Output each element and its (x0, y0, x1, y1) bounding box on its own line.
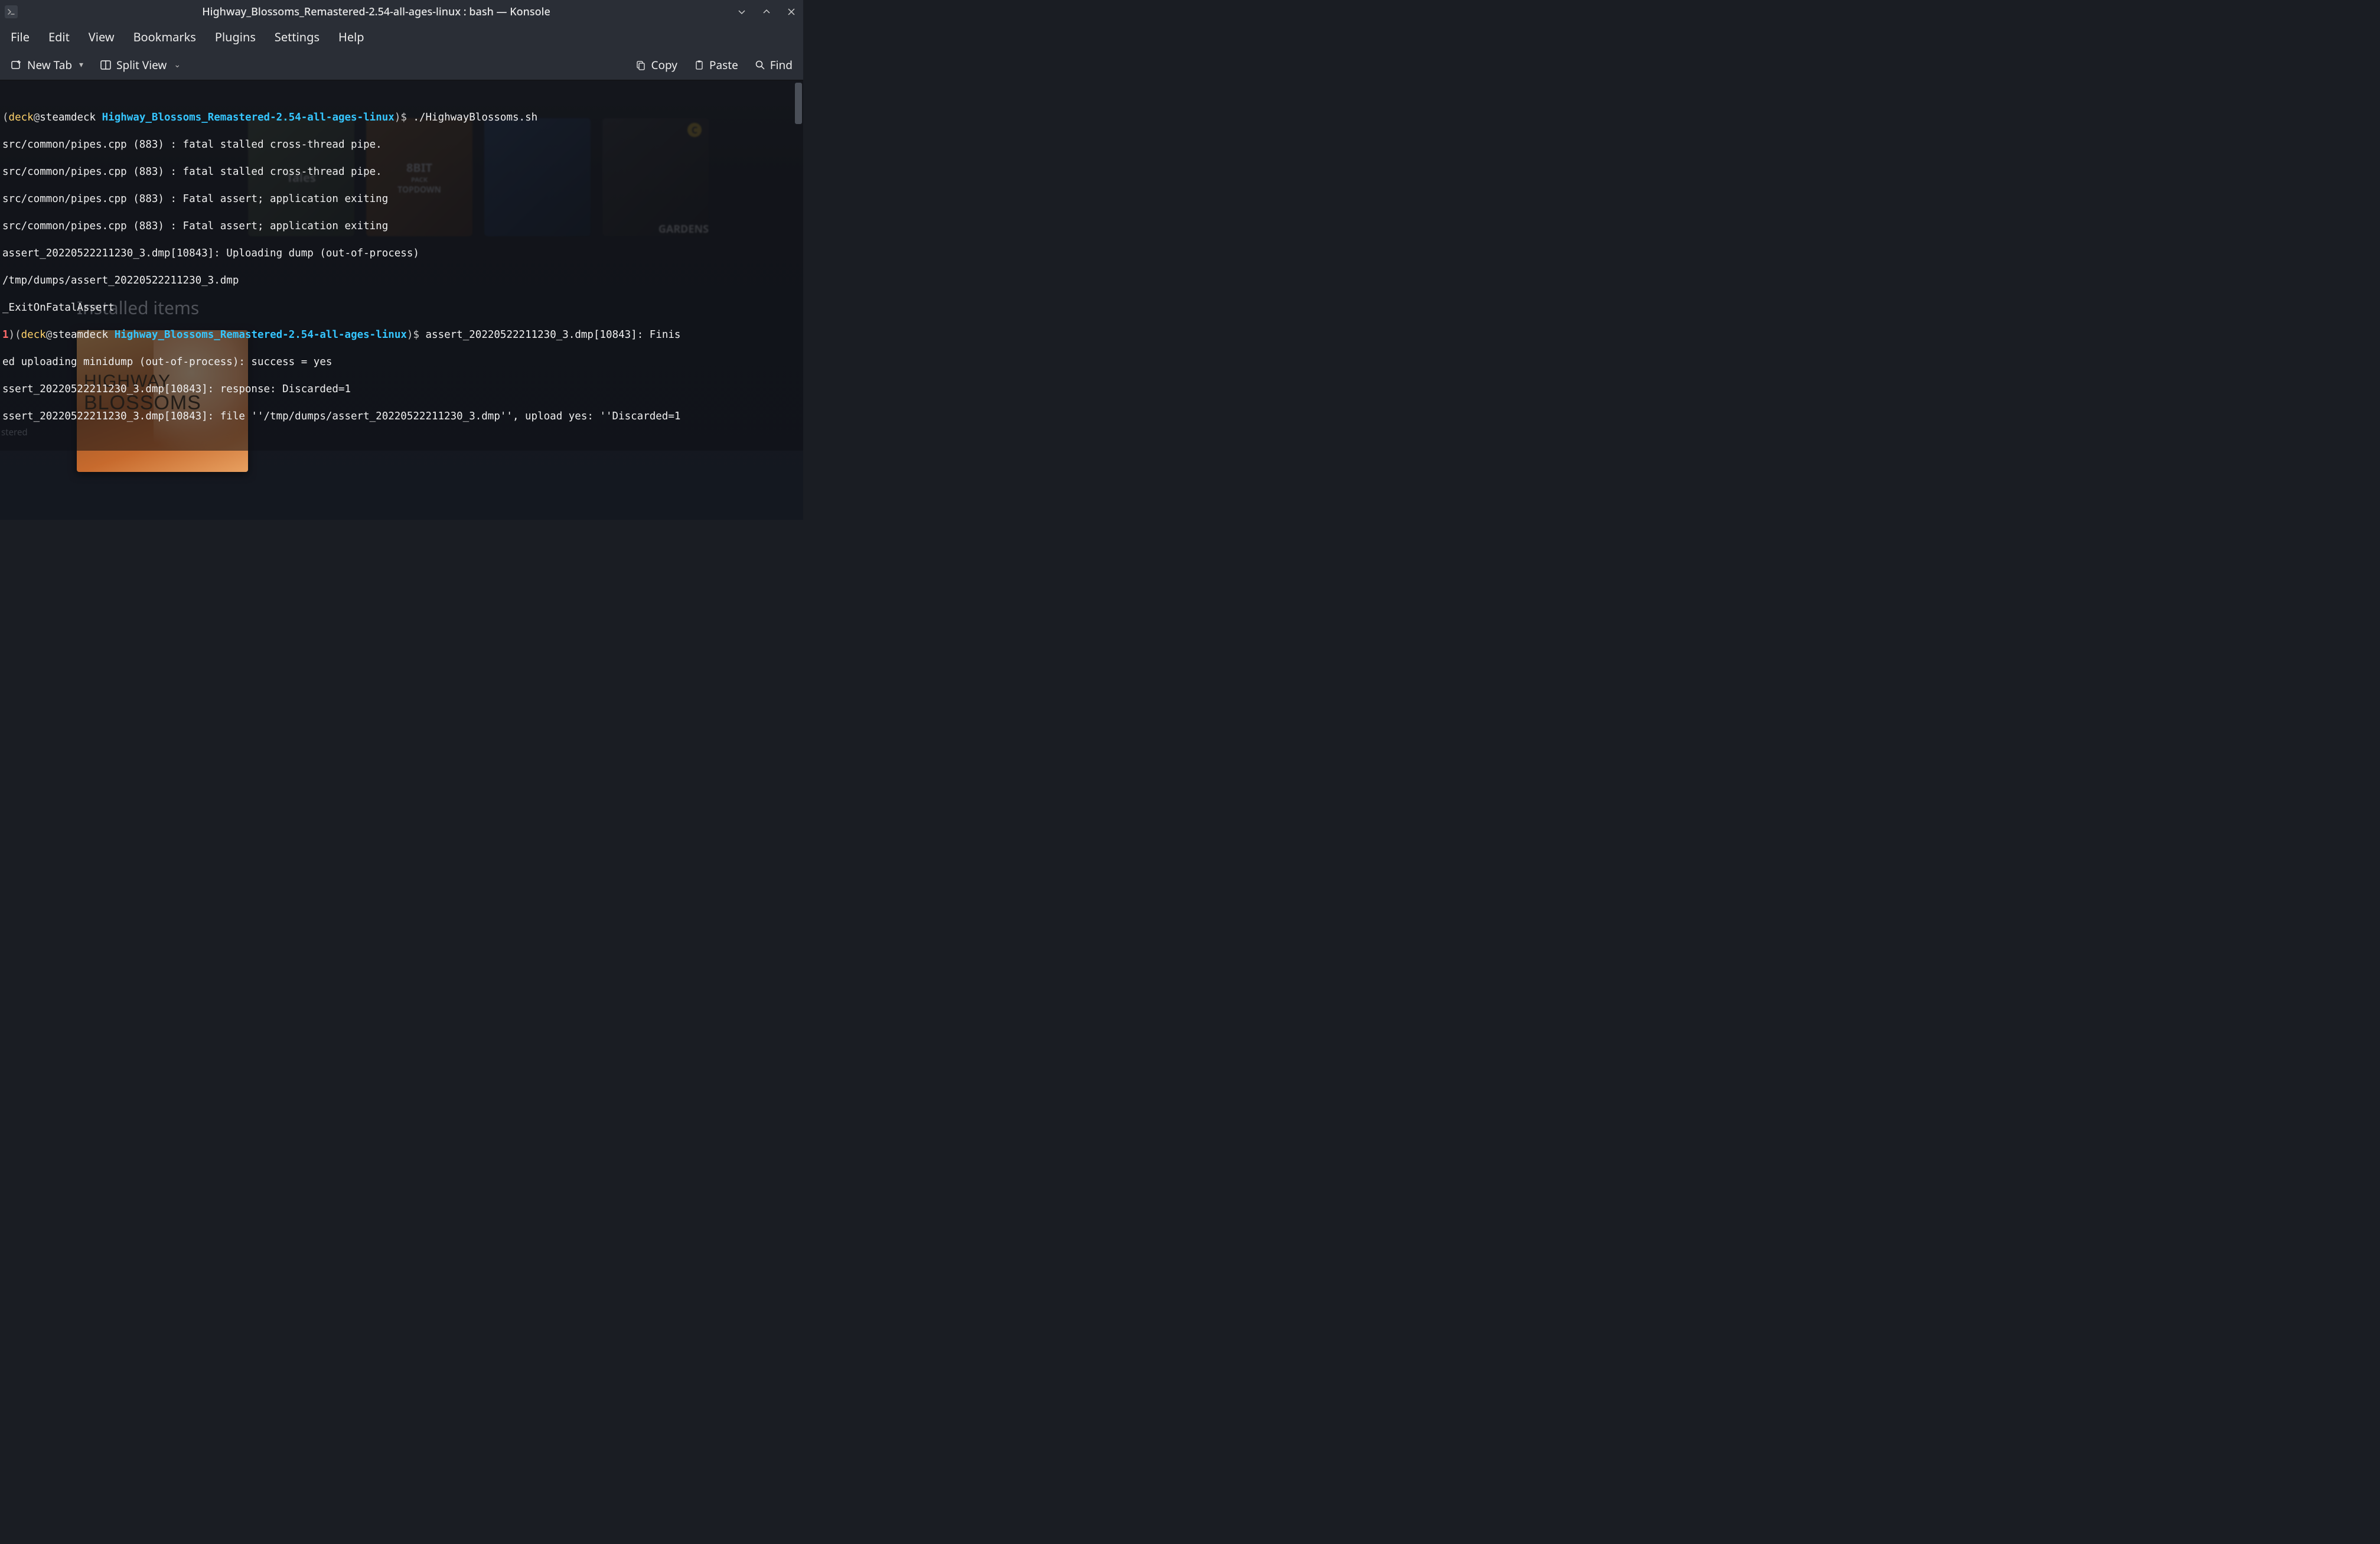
terminal-line: _ExitOnFatalAssert (2, 301, 801, 315)
window-title: Highway_Blossoms_Remastered-2.54-all-age… (18, 5, 735, 19)
menu-edit[interactable]: Edit (47, 27, 71, 47)
terminal-line: assert_20220522211230_3.dmp[10843]: Uplo… (2, 247, 801, 260)
terminal-line: (deck@steamdeck Highway_Blossoms_Remaste… (2, 111, 801, 125)
terminal-line: ssert_20220522211230_3.dmp[10843]: respo… (2, 383, 801, 396)
terminal-line: src/common/pipes.cpp (883) : fatal stall… (2, 138, 801, 152)
maximize-button[interactable] (759, 6, 774, 18)
terminal-line: src/common/pipes.cpp (883) : Fatal asser… (2, 220, 801, 233)
minimize-button[interactable] (735, 6, 749, 18)
toolbar: New Tab ▾ Split View ⌄ Copy Paste (0, 50, 803, 80)
find-button[interactable]: Find (755, 57, 793, 73)
new-tab-icon (11, 59, 22, 71)
new-tab-label: New Tab (27, 57, 72, 73)
paste-button[interactable]: Paste (694, 57, 738, 73)
split-view-icon (100, 59, 112, 71)
terminal-viewport[interactable]: (deck@steamdeck Highway_Blossoms_Remaste… (0, 80, 803, 451)
terminal-line: src/common/pipes.cpp (883) : Fatal asser… (2, 193, 801, 206)
menu-settings[interactable]: Settings (273, 27, 321, 47)
menu-view[interactable]: View (87, 27, 116, 47)
terminal-app-icon (5, 5, 18, 18)
new-tab-button[interactable]: New Tab ▾ (11, 57, 83, 73)
split-view-button[interactable]: Split View ⌄ (100, 57, 181, 73)
close-button[interactable] (784, 6, 798, 18)
split-view-label: Split View (116, 57, 167, 73)
terminal-line: src/common/pipes.cpp (883) : fatal stall… (2, 165, 801, 179)
scrollbar-thumb[interactable] (795, 83, 802, 124)
chevron-down-icon: ▾ (79, 59, 83, 70)
paste-icon (694, 60, 705, 70)
konsole-window: Highway_Blossoms_Remastered-2.54-all-age… (0, 0, 803, 451)
terminal-line: ssert_20220522211230_3.dmp[10843]: file … (2, 410, 801, 424)
menu-help[interactable]: Help (337, 27, 366, 47)
search-icon (755, 60, 765, 70)
paste-label: Paste (709, 57, 738, 73)
terminal-line: 1)(deck@steamdeck Highway_Blossoms_Remas… (2, 328, 801, 342)
window-titlebar[interactable]: Highway_Blossoms_Remastered-2.54-all-age… (0, 0, 803, 24)
menu-file[interactable]: File (9, 27, 31, 47)
terminal-line: /tmp/dumps/assert_20220522211230_3.dmp (2, 274, 801, 288)
copy-label: Copy (651, 57, 677, 73)
chevron-down-icon: ⌄ (174, 59, 181, 70)
menu-plugins[interactable]: Plugins (214, 27, 257, 47)
copy-button[interactable]: Copy (635, 57, 677, 73)
menu-bookmarks[interactable]: Bookmarks (132, 27, 197, 47)
menu-bar: File Edit View Bookmarks Plugins Setting… (0, 24, 803, 50)
copy-icon (635, 60, 646, 70)
terminal-line: ed uploading minidump (out-of-process): … (2, 356, 801, 369)
find-label: Find (770, 57, 793, 73)
